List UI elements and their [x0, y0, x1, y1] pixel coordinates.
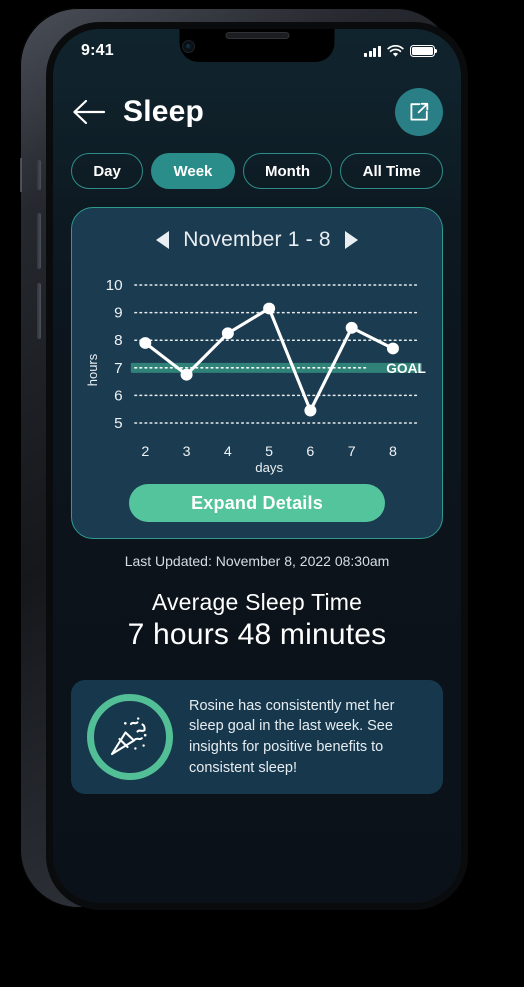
wifi-icon: [387, 44, 404, 57]
phone-frame: 9:41 Sleep Day Week Month All Time Novem…: [20, 8, 468, 910]
x-tick-8: 8: [389, 443, 397, 459]
range-tabs: Day Week Month All Time: [71, 153, 444, 189]
sleep-screen: Sleep Day Week Month All Time November 1…: [53, 73, 461, 903]
party-popper-glyph: [110, 717, 147, 756]
chart-svg: 5 6 7 8 9 10 2 3 4 5 6 7 8 hours days GOAL: [85, 277, 426, 475]
share-button[interactable]: [395, 88, 443, 136]
y-axis-label: hours: [85, 353, 100, 386]
volume-up-button[interactable]: [37, 213, 41, 269]
front-camera-icon: [183, 41, 194, 52]
frame-seam-top-left: [20, 158, 22, 192]
average-sleep-value: 7 hours 48 minutes: [127, 618, 387, 651]
next-week-button[interactable]: [344, 231, 358, 249]
tab-month[interactable]: Month: [242, 153, 333, 189]
x-tick-3: 3: [183, 443, 191, 459]
phone-screen: 9:41 Sleep Day Week Month All Time Novem…: [53, 29, 461, 903]
app-bar: Sleep: [71, 81, 443, 143]
y-tick-8: 8: [114, 332, 122, 349]
last-updated-text: Last Updated: November 8, 2022 08:30am: [124, 553, 390, 569]
data-point-day-3[interactable]: [180, 368, 193, 381]
y-tick-5: 5: [114, 415, 122, 432]
back-arrow-icon[interactable]: [71, 97, 109, 127]
data-point-day-7[interactable]: [345, 321, 358, 334]
y-tick-6: 6: [114, 387, 122, 404]
y-tick-7: 7: [114, 360, 122, 377]
mute-switch[interactable]: [37, 160, 41, 190]
sleep-line-chart: 5 6 7 8 9 10 2 3 4 5 6 7 8 hours days GOAL: [84, 264, 430, 476]
tab-week[interactable]: Week: [151, 153, 235, 189]
x-axis-ticks: 2 3 4 5 6 7 8: [141, 443, 397, 459]
earpiece-speaker: [226, 33, 288, 38]
x-tick-4: 4: [224, 443, 232, 459]
status-bar-icons: [364, 44, 438, 58]
tab-all-time[interactable]: All Time: [340, 153, 444, 189]
party-popper-icon: [87, 694, 173, 780]
date-range-label: November 1 - 8: [183, 228, 331, 251]
volume-down-button[interactable]: [37, 283, 41, 339]
y-tick-9: 9: [114, 305, 122, 322]
previous-week-button[interactable]: [156, 231, 170, 249]
insight-card[interactable]: Rosine has consistently met her sleep go…: [71, 680, 443, 794]
x-tick-5: 5: [265, 443, 273, 459]
status-bar-time: 9:41: [81, 42, 114, 59]
sleep-data-points: [139, 302, 399, 417]
chart-gridlines: [134, 284, 419, 424]
x-tick-6: 6: [306, 443, 314, 459]
data-point-day-2[interactable]: [139, 337, 152, 349]
data-point-day-8[interactable]: [386, 342, 399, 355]
expand-details-button[interactable]: Expand Details: [129, 484, 385, 522]
tab-day[interactable]: Day: [71, 153, 144, 189]
screenshot-stage: 9:41 Sleep Day Week Month All Time Novem…: [0, 0, 524, 987]
notch: [179, 29, 335, 62]
x-axis-label: days: [255, 460, 283, 475]
goal-label: GOAL: [386, 361, 426, 376]
data-point-day-5[interactable]: [263, 302, 276, 315]
data-point-day-6[interactable]: [304, 404, 317, 417]
y-axis-ticks: 5 6 7 8 9 10: [106, 277, 123, 432]
average-sleep-label: Average Sleep Time: [151, 589, 363, 615]
insight-message: Rosine has consistently met her sleep go…: [189, 697, 395, 776]
battery-full-icon: [410, 45, 438, 57]
sleep-chart-card: November 1 - 8 5 6 7 8 9 10 2 3 4 5 6 7 …: [71, 207, 443, 539]
y-tick-10: 10: [106, 277, 123, 294]
cellular-signal-icon: [364, 45, 381, 57]
x-tick-7: 7: [348, 443, 356, 459]
x-tick-2: 2: [141, 443, 149, 459]
date-navigator: November 1 - 8: [84, 228, 430, 252]
share-external-link-icon: [410, 102, 429, 121]
data-point-day-4[interactable]: [221, 327, 234, 340]
page-title: Sleep: [123, 95, 205, 128]
